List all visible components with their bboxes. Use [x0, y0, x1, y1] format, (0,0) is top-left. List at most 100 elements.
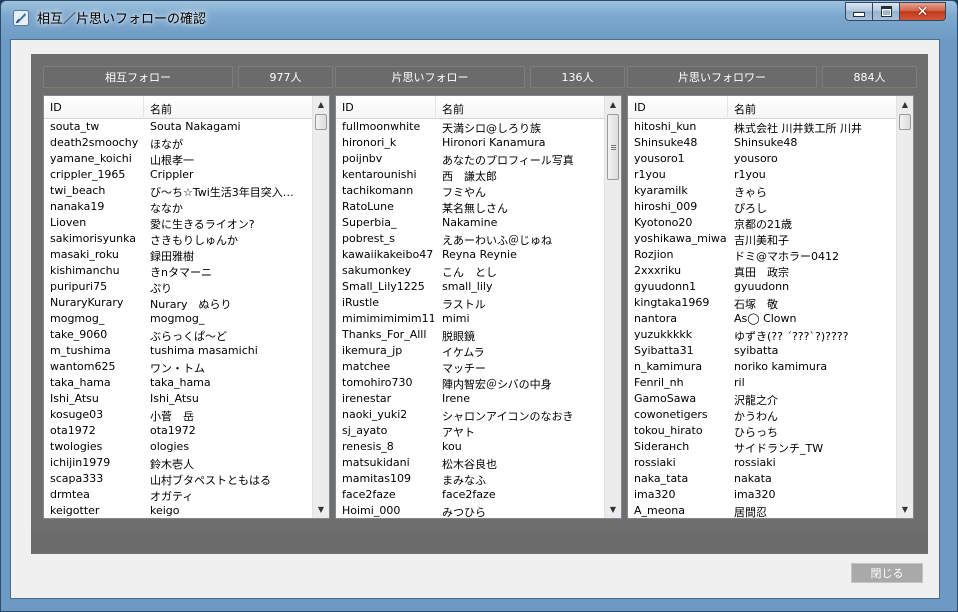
- list-item[interactable]: twi_beach び〜ち☆Twi生活3年目突入…: [44, 183, 312, 199]
- user-list-3[interactable]: ID 名前 hitoshi_kun 株式会社 川井鉄工所 川井 Shinsuke48 Sh…: [627, 95, 914, 519]
- list-item[interactable]: ikemura_jp イケムラ: [336, 343, 604, 359]
- list-item[interactable]: yousoro1 yousoro: [628, 151, 896, 167]
- list-item[interactable]: A_meona 居間忍: [628, 503, 896, 518]
- list-item[interactable]: Syibatta31 syibatta: [628, 343, 896, 359]
- list-item[interactable]: kyaramilk きゃら: [628, 183, 896, 199]
- scroll-down-arrow-icon[interactable]: ▼: [897, 501, 913, 518]
- list-item[interactable]: matchee マッチー: [336, 359, 604, 375]
- list-item[interactable]: wantom625 ワン・トム: [44, 359, 312, 375]
- list-item[interactable]: r1you r1you: [628, 167, 896, 183]
- list-item[interactable]: rossiaki rossiaki: [628, 455, 896, 471]
- list-item[interactable]: m_tushima tushima masamichi: [44, 343, 312, 359]
- list-item[interactable]: kawaiikakeibo47 Reyna Reynie: [336, 247, 604, 263]
- list-item[interactable]: Rozjion ドミ@マホラー0412: [628, 247, 896, 263]
- list-item[interactable]: cowonetigers かうわん: [628, 407, 896, 423]
- column-header-id[interactable]: ID: [634, 101, 646, 114]
- list-item[interactable]: face2faze face2faze: [336, 487, 604, 503]
- list-item[interactable]: puripuri75 ぷり: [44, 279, 312, 295]
- scroll-up-arrow-icon[interactable]: ▲: [897, 96, 913, 113]
- column-header-name[interactable]: 名前: [150, 101, 172, 117]
- list-item[interactable]: NuraryKurary Nurary ぬらり: [44, 295, 312, 311]
- list-item[interactable]: Lioven 愛に生きるライオン?: [44, 215, 312, 231]
- list-item[interactable]: mamitas109 まみなふ: [336, 471, 604, 487]
- title-bar[interactable]: 相互／片思いフォローの確認 ✕: [1, 1, 958, 33]
- column-header-name[interactable]: 名前: [442, 101, 464, 117]
- list-item[interactable]: Kyotono20 京都の21歳: [628, 215, 896, 231]
- list-item[interactable]: RatoLune 某名無しさん: [336, 199, 604, 215]
- scroll-thumb[interactable]: [607, 114, 619, 180]
- list-item[interactable]: sj_ayato アヤト: [336, 423, 604, 439]
- list-item[interactable]: Siderанch サイドランチ_TW: [628, 439, 896, 455]
- column-header-name[interactable]: 名前: [734, 101, 756, 117]
- scroll-thumb[interactable]: [315, 114, 327, 130]
- scroll-thumb[interactable]: [899, 114, 911, 130]
- list-item[interactable]: nantora As◯ Clown: [628, 311, 896, 327]
- list-item[interactable]: ima320 ima320: [628, 487, 896, 503]
- list-item[interactable]: kishimanchu きnタマーニ: [44, 263, 312, 279]
- column-separator[interactable]: [727, 96, 728, 118]
- list-item[interactable]: Shinsuke48 Shinsuke48: [628, 135, 896, 151]
- list-item[interactable]: taka_hama taka_hama: [44, 375, 312, 391]
- list-item[interactable]: death2smoochy ほなが: [44, 135, 312, 151]
- list-item[interactable]: kentarounishi 西 謙太郎: [336, 167, 604, 183]
- list-item[interactable]: GamoSawa 沢龍之介: [628, 391, 896, 407]
- column-separator[interactable]: [435, 96, 436, 118]
- column-separator[interactable]: [143, 96, 144, 118]
- vertical-scrollbar[interactable]: ▲ ▼: [312, 96, 329, 518]
- list-item[interactable]: pobrest_s えあーわいふ＠じゅね: [336, 231, 604, 247]
- list-item[interactable]: ichijin1979 鈴木壱人: [44, 455, 312, 471]
- list-item[interactable]: poijnbv あなたのプロフィール写真: [336, 151, 604, 167]
- list-item[interactable]: scapa333 山村ブタペストともはる: [44, 471, 312, 487]
- list-item[interactable]: Fenril_nh ril: [628, 375, 896, 391]
- scroll-up-arrow-icon[interactable]: ▲: [605, 96, 621, 113]
- list-item[interactable]: take_9060 ぶらっくぱ〜ど: [44, 327, 312, 343]
- list-item[interactable]: sakimorisyunka さきもりしゅんか: [44, 231, 312, 247]
- list-item[interactable]: yoshikawa_miwa 吉川美和子: [628, 231, 896, 247]
- list-item[interactable]: Thanks_For_Alll 脱眼鏡: [336, 327, 604, 343]
- vertical-scrollbar[interactable]: ▲ ▼: [604, 96, 621, 518]
- list-item[interactable]: nanaka19 ななか: [44, 199, 312, 215]
- list-item[interactable]: yamane_koichi 山根孝一: [44, 151, 312, 167]
- list-item[interactable]: kingtaka1969 石塚 敬: [628, 295, 896, 311]
- list-item[interactable]: fullmoonwhite 天満シロ@しろり族: [336, 119, 604, 135]
- list-item[interactable]: souta_tw Souta Nakagami: [44, 119, 312, 135]
- close-window-button[interactable]: ✕: [899, 2, 946, 21]
- column-header-id[interactable]: ID: [342, 101, 354, 114]
- list-item[interactable]: ota1972 ota1972: [44, 423, 312, 439]
- column-header-id[interactable]: ID: [50, 101, 62, 114]
- list-item[interactable]: tomohiro730 陣内智宏＠シバの中身: [336, 375, 604, 391]
- scroll-up-arrow-icon[interactable]: ▲: [313, 96, 329, 113]
- list-item[interactable]: hironori_k Hironori Kanamura: [336, 135, 604, 151]
- list-item[interactable]: tachikomann フミやん: [336, 183, 604, 199]
- list-item[interactable]: n_kamimura noriko kamimura: [628, 359, 896, 375]
- list-item[interactable]: hitoshi_kun 株式会社 川井鉄工所 川井: [628, 119, 896, 135]
- scroll-down-arrow-icon[interactable]: ▼: [313, 501, 329, 518]
- list-item[interactable]: mogmog_ mogmog_: [44, 311, 312, 327]
- vertical-scrollbar[interactable]: ▲ ▼: [896, 96, 913, 518]
- list-item[interactable]: twologies ologies: [44, 439, 312, 455]
- list-item[interactable]: crippler_1965 Crippler: [44, 167, 312, 183]
- list-item[interactable]: naka_tata nakata: [628, 471, 896, 487]
- list-item[interactable]: keigotter keigo: [44, 503, 312, 518]
- list-item[interactable]: matsukidani 松木谷良也: [336, 455, 604, 471]
- list-item[interactable]: sakumonkey こん とし: [336, 263, 604, 279]
- minimize-button[interactable]: [845, 2, 872, 21]
- list-item[interactable]: naoki_yuki2 シャロンアイコンのなおき: [336, 407, 604, 423]
- list-item[interactable]: iRustle ラストル: [336, 295, 604, 311]
- user-list-1[interactable]: ID 名前 souta_tw Souta Nakagami death2smoochy ほ…: [43, 95, 330, 519]
- list-item[interactable]: mimimimimim111 mimi: [336, 311, 604, 327]
- list-item[interactable]: drmtea オガティ: [44, 487, 312, 503]
- scroll-down-arrow-icon[interactable]: ▼: [605, 501, 621, 518]
- list-item[interactable]: gyuudonn1 gyuudonn: [628, 279, 896, 295]
- list-item[interactable]: irenestar Irene: [336, 391, 604, 407]
- list-item[interactable]: hiroshi_009 ぴろし: [628, 199, 896, 215]
- list-item[interactable]: Hoimi_000 みつひら: [336, 503, 604, 518]
- maximize-button[interactable]: [872, 2, 899, 21]
- list-item[interactable]: Small_Lily1225 small_lily: [336, 279, 604, 295]
- list-item[interactable]: renesis_8 kou: [336, 439, 604, 455]
- user-list-2[interactable]: ID 名前 fullmoonwhite 天満シロ@しろり族 hironori_k Hiro…: [335, 95, 622, 519]
- list-item[interactable]: yuzukkkkk ゆずき(?? ´???`?)????: [628, 327, 896, 343]
- list-item[interactable]: Superbia_ Nakamine: [336, 215, 604, 231]
- list-item[interactable]: tokou_hirato ひらっち: [628, 423, 896, 439]
- close-button[interactable]: 閉じる: [851, 563, 923, 583]
